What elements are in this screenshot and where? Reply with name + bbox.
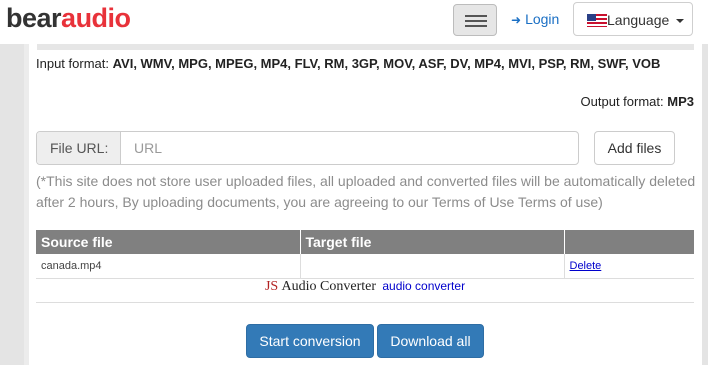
action-cell: Delete — [564, 254, 694, 279]
source-file-cell: canada.mp4 — [36, 254, 301, 279]
delete-link[interactable]: Delete — [570, 260, 602, 272]
login-icon: ➜ — [511, 13, 522, 27]
us-flag-icon — [587, 14, 607, 27]
navbar: bearaudio ➜ Login Language — [0, 0, 708, 44]
caret-down-icon — [676, 19, 684, 23]
logo-bear: bear — [6, 3, 62, 33]
input-formats: Input format: AVI, WMV, MPG, MPEG, MP4, … — [36, 54, 686, 73]
table-header-row: Source file Target file — [36, 230, 694, 254]
header-action — [564, 230, 694, 254]
start-conversion-button[interactable]: Start conversion — [246, 324, 374, 358]
table-row: canada.mp4 Delete — [36, 254, 694, 279]
output-format: Output format: MP3 — [581, 94, 694, 109]
target-file-cell — [300, 254, 565, 279]
header-source-file: Source file — [36, 230, 301, 254]
login-link[interactable]: ➜ Login — [511, 11, 559, 27]
files-table: Source file Target file canada.mp4 Delet… — [36, 230, 694, 279]
hamburger-icon-bar — [465, 20, 487, 22]
output-format-label: Output format: — [580, 94, 664, 109]
hamburger-icon-bar — [465, 25, 487, 27]
logo-audio: audio — [61, 3, 131, 33]
file-url-label: File URL: — [37, 132, 121, 164]
file-url-group: File URL: — [36, 131, 579, 165]
language-label: Language — [607, 12, 670, 28]
panel-top-strip — [37, 44, 694, 50]
audio-converter-link[interactable]: audio converter — [382, 279, 465, 293]
background-left — [0, 44, 24, 365]
privacy-notice: (*This site does not store user uploaded… — [36, 173, 696, 210]
promo-brand-name: Audio Converter — [281, 279, 376, 294]
logo[interactable]: bearaudio — [6, 4, 131, 32]
menu-toggle-button[interactable] — [453, 4, 497, 36]
input-format-list: AVI, WMV, MPG, MPEG, MP4, FLV, RM, 3GP, … — [112, 56, 661, 71]
input-format-label: Input format: — [36, 56, 109, 71]
converter-panel: Input format: AVI, WMV, MPG, MPEG, MP4, … — [29, 44, 702, 365]
login-label: Login — [525, 11, 560, 27]
output-format-value: MP3 — [667, 94, 694, 109]
promo-brand-js: JS — [264, 279, 279, 294]
promo-row: JS Audio Converter audio converter — [36, 279, 694, 303]
language-dropdown[interactable]: Language — [573, 2, 693, 36]
hamburger-icon-bar — [465, 15, 487, 17]
add-files-button[interactable]: Add files — [594, 131, 675, 165]
download-all-button[interactable]: Download all — [377, 324, 484, 358]
file-url-input[interactable] — [122, 132, 578, 164]
header-target-file: Target file — [300, 230, 565, 254]
